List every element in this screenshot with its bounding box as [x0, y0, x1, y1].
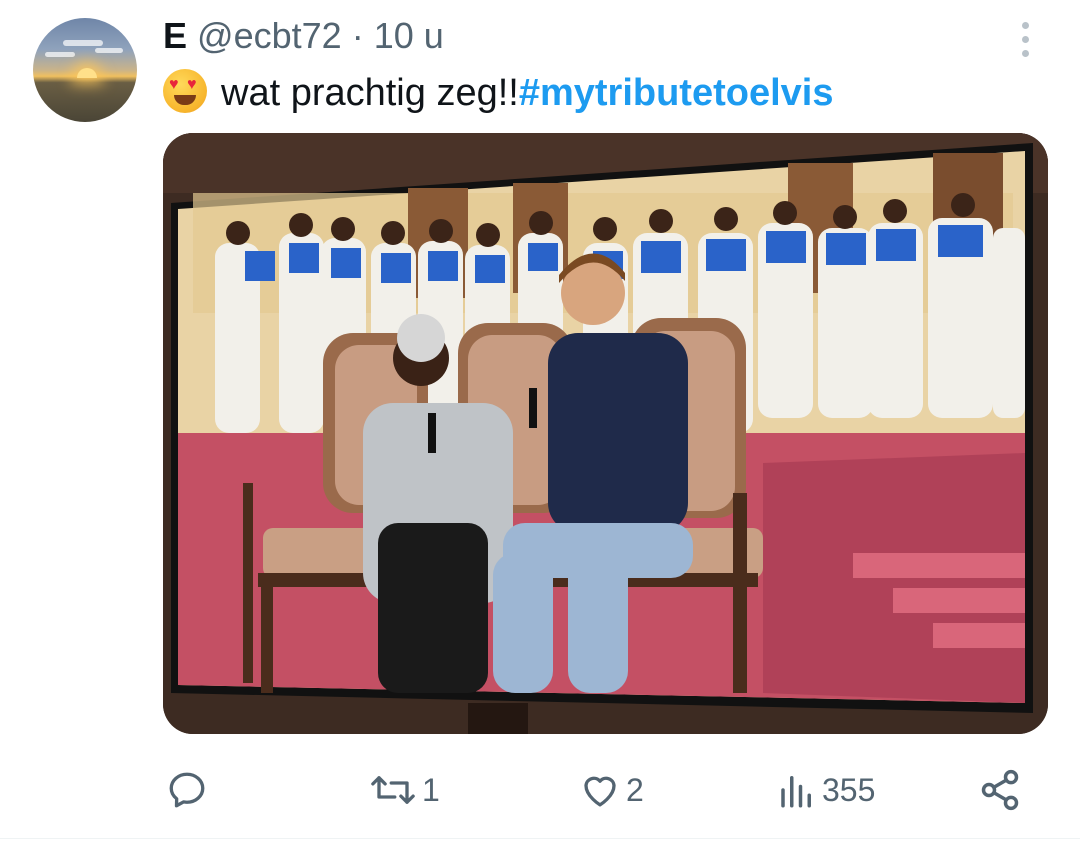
tweet-media-photo[interactable] [163, 133, 1048, 734]
hashtag-link[interactable]: #mytributetoelvis [519, 72, 834, 114]
like-icon [584, 776, 616, 807]
share-button[interactable] [978, 760, 1026, 820]
tv-screen-photo-illustration [163, 133, 1048, 734]
tweet-actions-bar: 1 2 355 [0, 760, 1080, 820]
retweet-count: 1 [422, 771, 440, 808]
retweet-icon [371, 776, 415, 804]
avatar[interactable] [33, 18, 137, 122]
reply-icon [169, 772, 205, 808]
tweet[interactable]: E @ecbt72 · 10 u ♥ ♥ wat prachtig zeg!!#… [0, 0, 1080, 843]
share-icon [981, 769, 1019, 811]
separator-dot: · [351, 15, 364, 56]
author-handle[interactable]: @ecbt72 [197, 15, 342, 56]
like-button[interactable]: 2 [578, 760, 644, 820]
author-display-name[interactable]: E [163, 15, 187, 56]
divider [0, 838, 1080, 839]
tweet-time[interactable]: 10 u [374, 15, 444, 56]
tweet-header: E @ecbt72 · 10 u [163, 14, 444, 58]
views-button[interactable]: 355 [776, 760, 875, 820]
views-icon [781, 776, 811, 808]
like-count: 2 [626, 771, 644, 808]
tweet-text: ♥ ♥ wat prachtig zeg!!#mytributetoelvis [163, 69, 833, 116]
tweet-body-text: wat prachtig zeg!! [221, 72, 519, 114]
reply-button[interactable] [166, 760, 212, 820]
more-options-icon[interactable] [1012, 20, 1038, 60]
views-count: 355 [822, 771, 876, 808]
heart-eyes-emoji-icon: ♥ ♥ [163, 69, 207, 113]
retweet-button[interactable]: 1 [368, 760, 440, 820]
